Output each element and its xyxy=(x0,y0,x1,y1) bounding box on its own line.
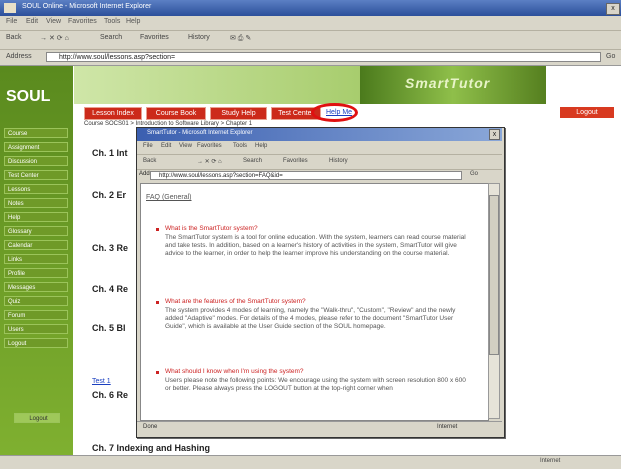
history-button[interactable]: History xyxy=(188,34,210,45)
popup-status-bar: Done Internet xyxy=(137,421,502,435)
faq-heading: FAQ (General) xyxy=(146,194,192,201)
mail-print-icons[interactable]: ✉ ⎙ ✎ xyxy=(230,34,251,45)
sidebar-item-1[interactable]: Assignment xyxy=(4,142,68,152)
window-title: SOUL Online - Microsoft Internet Explore… xyxy=(22,3,152,10)
chapter-title[interactable]: Ch. 5 Bl xyxy=(92,323,126,333)
sidebar-item-5[interactable]: Notes xyxy=(4,198,68,208)
popup-go-button[interactable]: Go xyxy=(470,171,478,177)
browser-title-bar: SOUL Online - Microsoft Internet Explore… xyxy=(0,0,621,16)
menu-tools[interactable]: Tools xyxy=(104,18,120,25)
popup-search-button[interactable]: Search xyxy=(243,158,262,164)
chapter-title[interactable]: Ch. 1 Int xyxy=(92,148,128,158)
faq-answer-2: The system provides 4 modes of learning,… xyxy=(165,307,456,330)
menu-favorites[interactable]: Favorites xyxy=(68,18,97,25)
menu-edit[interactable]: Edit xyxy=(26,18,38,25)
popup-menu-tools[interactable]: Tools xyxy=(233,143,247,149)
chapter-title[interactable]: Ch. 7 Indexing and Hashing xyxy=(92,443,210,453)
popup-nav-icons[interactable]: → ✕ ⟳ ⌂ xyxy=(197,158,222,165)
faq-answer-1: The SmartTutor system is a tool for onli… xyxy=(165,234,466,257)
tab-lesson-index[interactable]: Lesson Index xyxy=(84,107,142,120)
popup-scroll-thumb[interactable] xyxy=(489,195,499,355)
menu-bar: File Edit View Favorites Tools Help xyxy=(0,16,621,31)
popup-close-button[interactable]: x xyxy=(489,129,500,140)
tab-course-book[interactable]: Course Book xyxy=(146,107,206,120)
popup-toolbar: Back → ✕ ⟳ ⌂ Search Favorites History xyxy=(137,154,502,170)
sidebar-item-3[interactable]: Test Center xyxy=(4,170,68,180)
bullet-icon xyxy=(156,371,159,374)
popup-back-button[interactable]: Back xyxy=(143,158,156,164)
sidebar-item-7[interactable]: Glossary xyxy=(4,226,68,236)
sidebar-item-0[interactable]: Course xyxy=(4,128,68,138)
sidebar-item-4[interactable]: Lessons xyxy=(4,184,68,194)
faq-question-1: What is the SmartTutor system? xyxy=(165,225,258,232)
menu-file[interactable]: File xyxy=(6,18,17,25)
chapter-title[interactable]: Ch. 2 Er xyxy=(92,190,126,200)
smarttutor-logo: SmartTutor xyxy=(405,75,491,91)
close-button[interactable]: x xyxy=(606,3,620,15)
bullet-icon xyxy=(156,301,159,304)
menu-help[interactable]: Help xyxy=(126,18,140,25)
popup-menu-edit[interactable]: Edit xyxy=(161,143,171,149)
popup-menu-bar: File Edit View Favorites Tools Help xyxy=(137,142,502,153)
go-button[interactable]: Go xyxy=(606,53,615,60)
menu-view[interactable]: View xyxy=(46,18,61,25)
address-label: Address xyxy=(6,53,32,60)
back-button[interactable]: Back xyxy=(6,34,22,45)
sidebar-item-15[interactable]: Logout xyxy=(4,338,68,348)
sidebar-item-9[interactable]: Links xyxy=(4,254,68,264)
popup-address-input[interactable]: http://www.soul/lessons.asp?section=FAQ&… xyxy=(150,171,462,180)
soul-logo: SOUL xyxy=(6,88,51,105)
left-sidebar: SOUL Course Assignment Discussion Test Cent… xyxy=(0,66,73,455)
sidebar-logout[interactable]: Logout xyxy=(14,413,60,423)
chapter-title[interactable]: Ch. 4 Re xyxy=(92,284,128,294)
sidebar-item-14[interactable]: Users xyxy=(4,324,68,334)
sidebar-item-11[interactable]: Messages xyxy=(4,282,68,292)
bullet-icon xyxy=(156,228,159,231)
sidebar-item-8[interactable]: Calendar xyxy=(4,240,68,250)
popup-menu-view[interactable]: View xyxy=(179,143,192,149)
sidebar-item-6[interactable]: Help xyxy=(4,212,68,222)
favorites-button[interactable]: Favorites xyxy=(140,34,169,45)
popup-menu-file[interactable]: File xyxy=(143,143,153,149)
zone-label: Internet xyxy=(540,458,561,464)
chapter-title[interactable]: Ch. 6 Re xyxy=(92,390,128,400)
popup-status-text: Done xyxy=(143,424,158,430)
sidebar-item-13[interactable]: Forum xyxy=(4,310,68,320)
popup-favorites-button[interactable]: Favorites xyxy=(283,158,308,164)
popup-title-bar: SmartTutor - Microsoft Internet Explorer… xyxy=(137,128,502,141)
ie-icon xyxy=(4,3,16,13)
popup-title: SmartTutor - Microsoft Internet Explorer xyxy=(147,130,253,136)
faq-question-2: What are the features of the SmartTutor … xyxy=(165,298,306,305)
search-button[interactable]: Search xyxy=(100,34,122,45)
chapter-title[interactable]: Ch. 3 Re xyxy=(92,243,128,253)
internet-zone-label: Internet xyxy=(437,424,458,430)
forward-arrow-icon[interactable]: → ✕ ⟳ ⌂ xyxy=(40,34,69,45)
browser-toolbar: Back → ✕ ⟳ ⌂ Search Favorites History ✉ … xyxy=(0,31,621,50)
tab-study-help[interactable]: Study Help xyxy=(210,107,267,120)
browser-status-bar: Internet xyxy=(0,455,621,469)
logout-button[interactable]: Logout xyxy=(560,107,614,118)
highlight-circle xyxy=(311,103,358,122)
faq-question-3: What should I know when I'm using the sy… xyxy=(165,368,304,375)
popup-history-button[interactable]: History xyxy=(329,158,348,164)
test-label: Test 1 xyxy=(92,378,111,385)
address-input[interactable]: http://www.soul/lessons.asp?section= xyxy=(46,52,601,62)
faq-answer-3: Users please note the following points: … xyxy=(165,377,466,392)
sidebar-item-2[interactable]: Discussion xyxy=(4,156,68,166)
popup-menu-favorites[interactable]: Favorites xyxy=(197,143,222,149)
sidebar-item-12[interactable]: Quiz xyxy=(4,296,68,306)
test-link[interactable]: Test 1 xyxy=(92,378,111,385)
popup-menu-help[interactable]: Help xyxy=(255,143,267,149)
sidebar-item-10[interactable]: Profile xyxy=(4,268,68,278)
